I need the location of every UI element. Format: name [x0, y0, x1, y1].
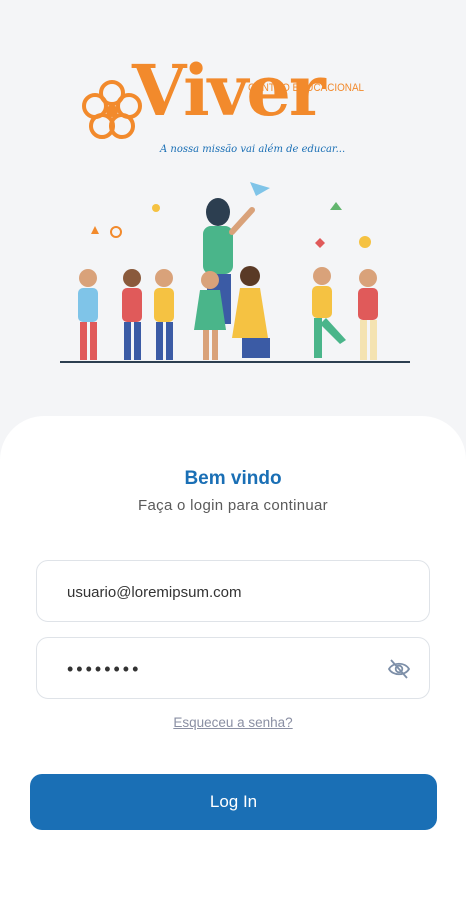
header-area: Viver CENTRO EDUCACIONAL A nossa missão …	[0, 0, 466, 420]
password-field[interactable]	[36, 637, 430, 700]
eye-off-icon[interactable]	[387, 658, 411, 680]
email-field[interactable]	[36, 560, 430, 623]
children-teacher-illustration	[60, 182, 410, 363]
forgot-password-link[interactable]: Esqueceu a senha?	[0, 715, 466, 730]
logo: Viver CENTRO EDUCACIONAL A nossa missão …	[82, 56, 364, 160]
login-subtitle: Faça o login para continuar	[138, 497, 328, 514]
logo-superscript: CENTRO EDUCACIONAL	[248, 82, 365, 94]
logo-tagline: A nossa missão vai além de educar...	[160, 144, 346, 155]
welcome-title: Bem vindo	[184, 468, 282, 489]
login-button[interactable]: Log In	[30, 774, 437, 830]
email-input[interactable]	[65, 561, 389, 623]
password-input[interactable]	[65, 638, 389, 700]
